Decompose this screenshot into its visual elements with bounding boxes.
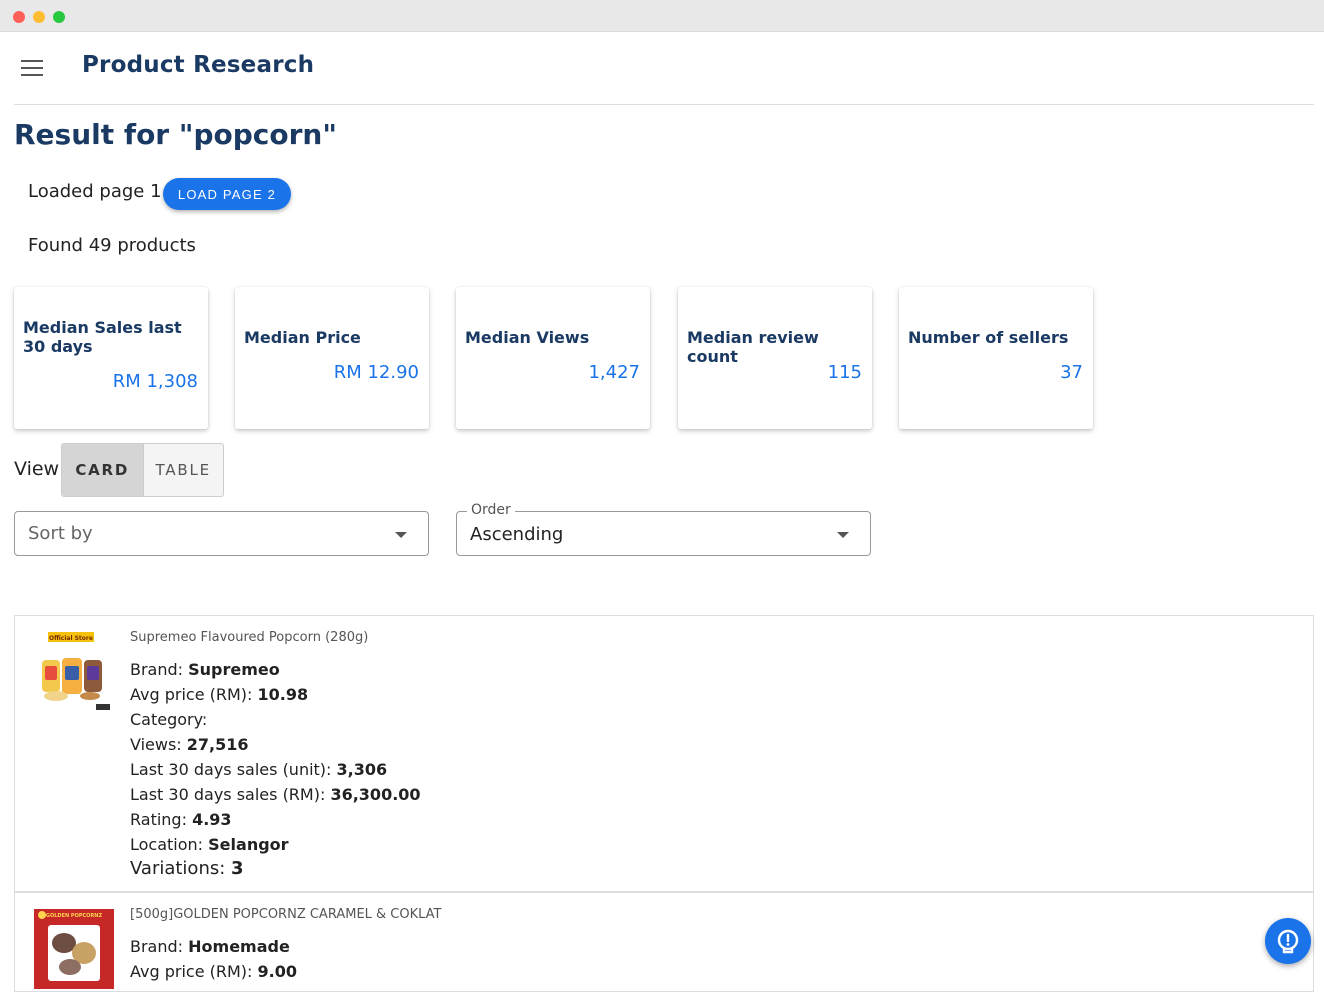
order-value: Ascending (470, 524, 564, 545)
arrow-drop-down-icon (837, 532, 849, 538)
stat-card-median-views: Median Views 1,427 (456, 287, 650, 429)
view-card-button[interactable]: CARD (62, 444, 143, 496)
view-table-button[interactable]: TABLE (142, 444, 223, 496)
hamburger-menu-icon[interactable] (21, 60, 43, 76)
stat-value: RM 1,308 (112, 371, 198, 392)
help-fab-button[interactable] (1265, 918, 1311, 964)
minimize-window-button[interactable] (33, 11, 45, 23)
stat-value: 37 (1060, 362, 1083, 383)
product-category: Category: (130, 710, 208, 729)
product-rating: Rating: 4.93 (130, 810, 232, 829)
maximize-window-button[interactable] (53, 11, 65, 23)
stat-card-median-sales: Median Sales last 30 days RM 1,308 (14, 287, 208, 429)
stat-value: 115 (827, 362, 862, 383)
product-sales-rm: Last 30 days sales (RM): 36,300.00 (130, 785, 421, 804)
product-location: Location: Selangor (130, 835, 289, 854)
product-avg-price: Avg price (RM): 9.00 (130, 962, 297, 981)
stat-card-median-price: Median Price RM 12.90 (235, 287, 429, 429)
stat-card-number-of-sellers: Number of sellers 37 (899, 287, 1093, 429)
product-name[interactable]: [500g]GOLDEN POPCORNZ CARAMEL & COKLAT (130, 907, 442, 922)
sort-by-placeholder: Sort by (28, 523, 93, 544)
stat-label: Median Views (465, 328, 590, 347)
product-brand: Brand: Homemade (130, 937, 290, 956)
official-store-badge: Official Store (49, 635, 93, 642)
loaded-page-text: Loaded page 1 (28, 181, 162, 202)
app-title: Product Research (82, 52, 315, 78)
header-divider (14, 104, 1314, 105)
stat-label: Median review count (687, 328, 819, 366)
load-next-page-button[interactable]: LOAD PAGE 2 (163, 178, 291, 210)
stat-label: Median Sales last 30 days (23, 318, 182, 356)
window-titlebar (0, 0, 1324, 32)
product-avg-price: Avg price (RM): 10.98 (130, 685, 309, 704)
found-count-text: Found 49 products (28, 235, 196, 256)
product-image[interactable]: GOLDEN POPCORNZ (34, 907, 114, 989)
product-sales-units: Last 30 days sales (unit): 3,306 (130, 760, 388, 779)
product-card[interactable]: Official Store Supremeo Flavoured Popcor… (14, 615, 1314, 892)
product-details: Brand: Supremeo Avg price (RM): 10.98 Ca… (130, 657, 421, 880)
product-details: Brand: Homemade Avg price (RM): 9.00 (130, 934, 297, 984)
page-title: Result for "popcorn" (14, 118, 337, 151)
stat-label: Median Price (244, 328, 361, 347)
product-card[interactable]: GOLDEN POPCORNZ [500g]GOLDEN POPCORNZ CA… (14, 892, 1314, 992)
order-select[interactable]: Order Ascending (456, 502, 871, 556)
order-label: Order (467, 502, 515, 518)
sort-by-select[interactable]: Sort by (14, 511, 429, 556)
stat-value: 1,427 (588, 362, 640, 383)
product-name[interactable]: Supremeo Flavoured Popcorn (280g) (130, 630, 368, 645)
view-label: View (14, 458, 60, 480)
app-bar: Product Research (0, 32, 1324, 104)
close-window-button[interactable] (13, 11, 25, 23)
view-toggle-group: CARD TABLE (61, 443, 224, 497)
stat-card-median-review-count: Median review count 115 (678, 287, 872, 429)
stat-value: RM 12.90 (333, 362, 419, 383)
brand-logo-text: GOLDEN POPCORNZ (46, 913, 103, 919)
product-views: Views: 27,516 (130, 735, 249, 754)
product-brand: Brand: Supremeo (130, 660, 280, 679)
lightbulb-help-icon (1277, 929, 1299, 954)
product-image[interactable]: Official Store (34, 630, 114, 712)
product-variations: Variations: 3 (130, 858, 244, 879)
stat-label: Number of sellers (908, 328, 1069, 347)
arrow-drop-down-icon (395, 532, 407, 538)
